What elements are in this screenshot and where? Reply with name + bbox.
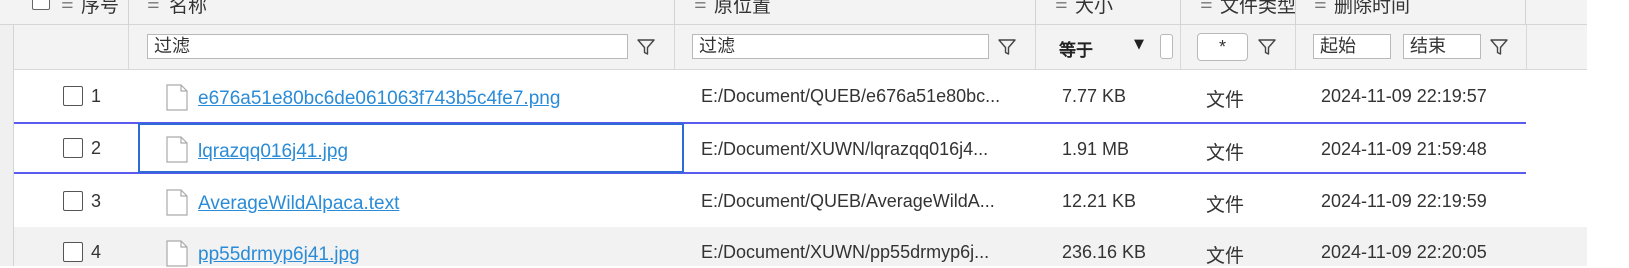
column-menu-icon[interactable]: ☰ <box>61 0 74 12</box>
header-size[interactable]: ☰ 大小 <box>1055 0 1175 25</box>
column-divider <box>1295 25 1296 70</box>
file-type: 文件 <box>1206 90 1245 111</box>
header-location-label: 原位置 <box>714 0 772 17</box>
file-name-link[interactable]: AverageWildAlpaca.text <box>198 193 399 215</box>
header-location[interactable]: ☰ 原位置 <box>694 0 1024 25</box>
header-index[interactable]: ☰ 序号 <box>29 0 119 25</box>
file-type: 文件 <box>1206 195 1245 216</box>
header-deleted-label: 删除时间 <box>1334 0 1411 17</box>
left-gutter <box>0 25 14 266</box>
table-row[interactable]: 1 e676a51e80bc6de061063f743b5c4fe7.png E… <box>14 70 1587 124</box>
column-menu-icon[interactable]: ☰ <box>694 0 707 12</box>
file-size: 236.16 KB <box>1062 242 1147 262</box>
file-icon <box>166 84 188 111</box>
file-name-link[interactable]: lqrazqq016j41.jpg <box>198 141 348 163</box>
column-divider[interactable] <box>128 0 129 25</box>
file-type: 文件 <box>1206 246 1245 267</box>
deleted-time: 2024-11-09 22:19:59 <box>1321 191 1487 211</box>
date-end-input[interactable]: 结束 <box>1403 34 1481 59</box>
date-start-input[interactable]: 起始 <box>1313 34 1391 59</box>
column-menu-icon[interactable]: ☰ <box>147 0 160 12</box>
column-divider[interactable] <box>1295 0 1296 25</box>
select-all-checkbox[interactable] <box>32 0 50 10</box>
column-divider[interactable] <box>1180 0 1181 25</box>
column-divider[interactable] <box>1525 0 1526 25</box>
row-checkbox[interactable] <box>63 242 83 262</box>
file-name-link[interactable]: pp55drmyp6j41.jpg <box>198 244 360 266</box>
original-location: E:/Document/QUEB/AverageWildA... <box>701 191 995 211</box>
header-name[interactable]: ☰ 名称 <box>147 0 667 25</box>
header-name-label: 名称 <box>169 0 208 17</box>
original-location: E:/Document/XUWN/lqrazqq016j4... <box>701 139 989 159</box>
deleted-time: 2024-11-09 22:20:05 <box>1321 242 1487 262</box>
row-checkbox[interactable] <box>63 138 83 158</box>
header-deleted[interactable]: ☰ 删除时间 <box>1314 0 1534 25</box>
column-divider[interactable] <box>674 0 675 25</box>
filter-icon[interactable] <box>997 37 1017 57</box>
deleted-time: 2024-11-09 22:19:57 <box>1321 86 1487 106</box>
location-filter-input[interactable]: 过滤 <box>692 34 989 59</box>
column-divider <box>674 25 675 70</box>
table-row[interactable]: 2 lqrazqq016j41.jpg E:/Document/XUWN/lqr… <box>14 122 1587 175</box>
column-divider <box>1526 25 1527 70</box>
type-filter-input[interactable]: * <box>1197 33 1248 61</box>
row-checkbox[interactable] <box>63 86 83 106</box>
filter-icon[interactable] <box>1257 37 1277 57</box>
size-operator-value: 等于 <box>1059 41 1093 60</box>
dropdown-arrow-icon: ▼ <box>1134 37 1144 52</box>
row-index: 3 <box>91 191 102 211</box>
header-index-label: 序号 <box>81 0 120 17</box>
table-header: ☰ 序号 ☰ 名称 ☰ 原位置 ☰ 大小 ☰ 文件类型 ☰ 删除时间 <box>0 0 1587 25</box>
row-index: 2 <box>91 138 102 158</box>
column-divider <box>1035 25 1036 70</box>
row-checkbox[interactable] <box>63 191 83 211</box>
size-value-input[interactable] <box>1160 34 1173 59</box>
table-row[interactable]: 3 AverageWildAlpaca.text E:/Document/QUE… <box>14 174 1587 228</box>
column-divider[interactable] <box>1035 0 1036 25</box>
size-operator-select[interactable]: 等于 ▼ <box>1056 34 1148 60</box>
header-size-label: 大小 <box>1075 0 1114 17</box>
file-size: 7.77 KB <box>1062 86 1127 106</box>
filter-row: 过滤 过滤 等于 ▼ * 起始 结束 <box>14 25 1587 70</box>
header-type[interactable]: ☰ 文件类型 <box>1200 0 1297 25</box>
name-filter-input[interactable]: 过滤 <box>147 34 628 59</box>
file-icon <box>166 136 188 163</box>
table-row[interactable]: 4 pp55drmyp6j41.jpg E:/Document/XUWN/pp5… <box>14 227 1587 267</box>
row-index: 1 <box>91 86 102 106</box>
filter-icon[interactable] <box>636 37 656 57</box>
original-location: E:/Document/QUEB/e676a51e80bc... <box>701 86 1001 106</box>
file-icon <box>166 240 188 267</box>
file-size: 1.91 MB <box>1062 139 1130 159</box>
file-size: 12.21 KB <box>1062 191 1137 211</box>
column-divider <box>1180 25 1181 70</box>
filter-icon[interactable] <box>1489 37 1509 57</box>
file-name-link[interactable]: e676a51e80bc6de061063f743b5c4fe7.png <box>198 88 560 110</box>
column-menu-icon[interactable]: ☰ <box>1200 0 1213 12</box>
row-index: 4 <box>91 242 102 262</box>
column-menu-icon[interactable]: ☰ <box>1055 0 1068 12</box>
file-type: 文件 <box>1206 143 1245 164</box>
deleted-time: 2024-11-09 21:59:48 <box>1321 139 1487 159</box>
column-divider <box>128 25 129 70</box>
file-icon <box>166 189 188 216</box>
original-location: E:/Document/XUWN/pp55drmyp6j... <box>701 242 990 262</box>
header-type-label: 文件类型 <box>1220 0 1297 17</box>
column-menu-icon[interactable]: ☰ <box>1314 0 1327 12</box>
